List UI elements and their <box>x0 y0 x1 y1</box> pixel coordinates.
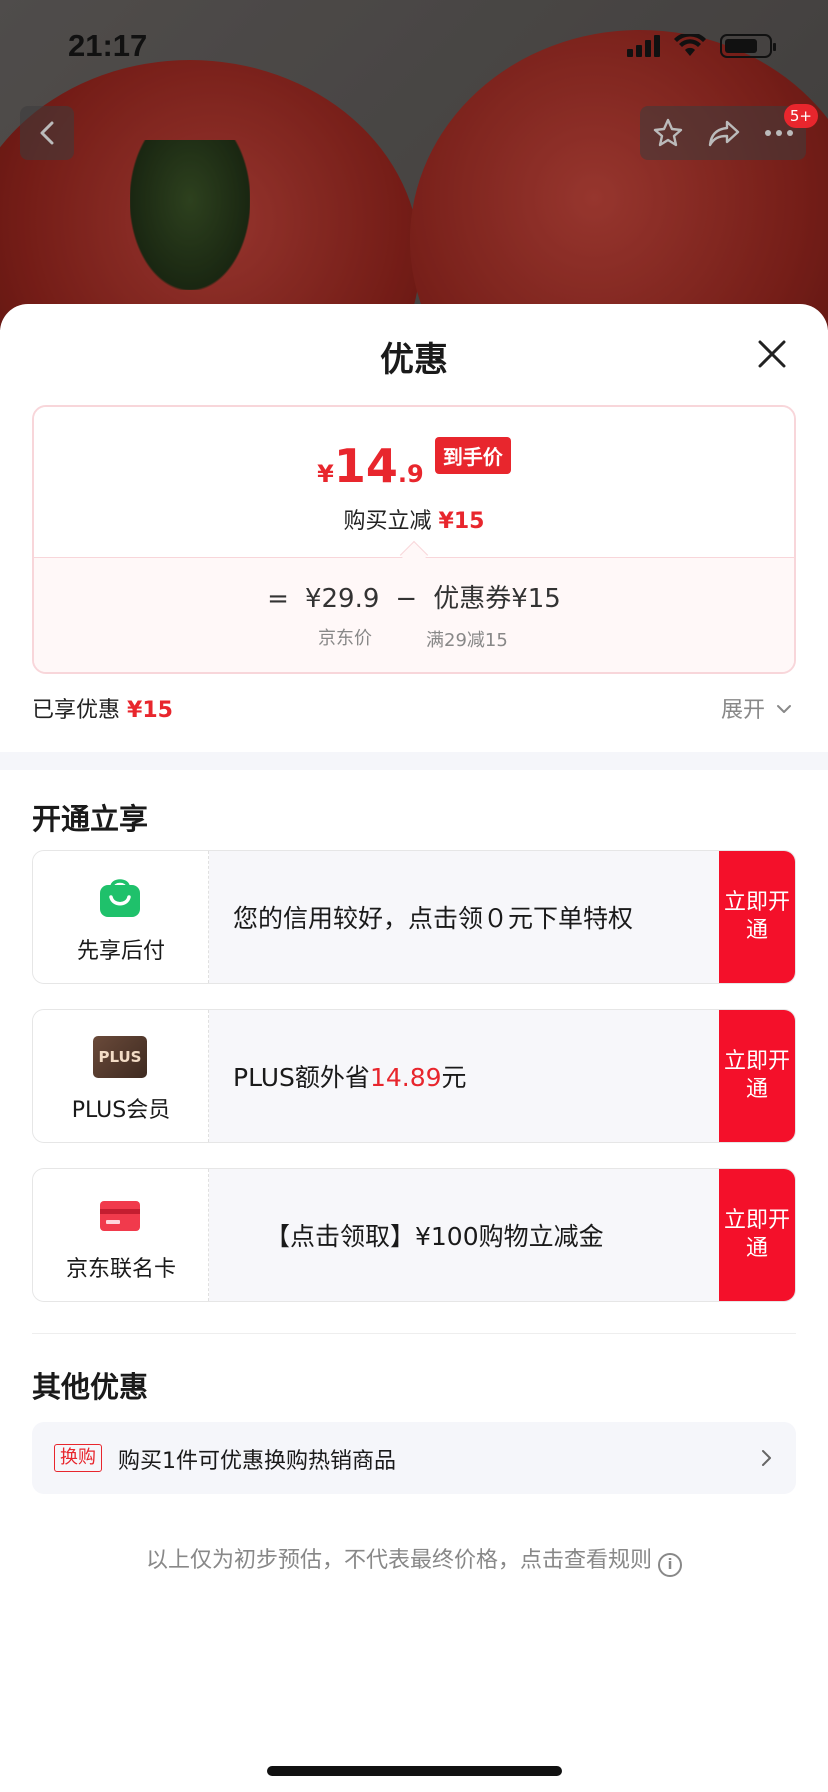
coupon-value: 优惠券¥15 <box>433 584 561 614</box>
other-section-title: 其他优惠 <box>32 1370 149 1404</box>
equals-sign: = <box>267 584 289 614</box>
offer-jd-card[interactable]: 京东联名卡 【点击领取】¥100购物立减金 立即开通 <box>32 1168 796 1302</box>
price-integer: 14 <box>333 439 398 493</box>
wifi-icon <box>674 34 706 56</box>
enjoyed-discount-label: 已享优惠 <box>32 698 121 723</box>
offer-pay-later-text: 您的信用较好，点击领０元下单特权 <box>233 904 634 933</box>
offer-plus-amount: 14.89 <box>369 1063 442 1092</box>
trade-up-tag: 换购 <box>54 1444 102 1472</box>
price-formula-section: = ¥29.9− 优惠券¥15 京东价 满29减15 <box>34 557 794 672</box>
offer-jd-card-brand: 京东联名卡 <box>33 1169 209 1301</box>
expand-button[interactable]: 展开 <box>721 692 792 724</box>
credit-card-icon <box>100 1201 140 1231</box>
status-time: 21:17 <box>68 28 148 63</box>
jd-price-label: 京东价 <box>318 628 372 649</box>
price-breakdown-card: ¥14.9 到手价 购买立减 ¥15 = ¥29.9− 优惠券¥15 京东价 满29… <box>32 405 796 674</box>
minus-sign: − <box>395 584 418 614</box>
chevron-right-icon <box>762 1450 771 1466</box>
offer-plus-brand: PLUS PLUS会员 <box>33 1010 209 1142</box>
home-indicator[interactable] <box>267 1766 562 1776</box>
enjoyed-discount-amount: ¥15 <box>127 698 173 723</box>
chevron-left-icon <box>40 121 54 145</box>
info-icon: i <box>658 1553 682 1577</box>
open-section-title: 开通立享 <box>32 802 149 836</box>
status-bar: 21:17 <box>0 0 828 90</box>
offer-pay-later[interactable]: 先享后付 您的信用较好，点击领０元下单特权 立即开通 <box>32 850 796 984</box>
offer-plus-text-prefix: PLUS额外省 <box>233 1063 370 1092</box>
final-price-section: ¥14.9 到手价 购买立减 ¥15 <box>34 407 794 557</box>
offer-pay-later-name: 先享后付 <box>76 939 165 964</box>
offer-jd-card-button[interactable]: 立即开通 <box>719 1169 795 1301</box>
jd-price-value: ¥29.9 <box>304 584 380 614</box>
instant-discount-text: 购买立减 ¥15 <box>34 503 794 535</box>
instant-discount-label: 购买立减 <box>343 509 432 534</box>
trade-up-text: 购买1件可优惠换购热销商品 <box>118 1449 396 1474</box>
rules-disclaimer[interactable]: 以上仅为初步预估，不代表最终价格，点击查看规则 i <box>0 1542 828 1577</box>
more-icon[interactable] <box>764 129 794 137</box>
trade-up-offer-row[interactable]: 换购 购买1件可优惠换购热销商品 <box>32 1422 796 1494</box>
offer-plus-text: PLUS额外省14.89元 <box>233 1058 467 1094</box>
enjoyed-discount: 已享优惠 ¥15 <box>32 692 173 724</box>
star-icon[interactable] <box>652 117 684 149</box>
offer-plus-name: PLUS会员 <box>71 1098 171 1123</box>
sheet-title: 优惠 <box>380 340 448 380</box>
instant-discount-amount: ¥15 <box>438 509 485 534</box>
coupon-rule-label: 满29减15 <box>426 630 508 651</box>
offer-jd-card-text: 【点击领取】¥100购物立减金 <box>265 1222 604 1251</box>
offer-jd-card-name: 京东联名卡 <box>65 1257 176 1282</box>
expand-label: 展开 <box>720 698 765 723</box>
back-button[interactable] <box>20 106 74 160</box>
final-price-tag: 到手价 <box>434 437 511 474</box>
offer-pay-later-button[interactable]: 立即开通 <box>719 851 795 983</box>
currency-symbol: ¥ <box>317 460 334 488</box>
offer-pay-later-brand: 先享后付 <box>33 851 209 983</box>
notification-badge: 5+ <box>783 104 818 128</box>
section-divider <box>0 752 828 770</box>
close-icon[interactable] <box>752 334 792 374</box>
price-decimal: .9 <box>397 460 424 488</box>
offer-plus-member[interactable]: PLUS PLUS会员 PLUS额外省14.89元 立即开通 <box>32 1009 796 1143</box>
offer-plus-button[interactable]: 立即开通 <box>719 1010 795 1142</box>
plus-logo-icon: PLUS <box>93 1036 147 1078</box>
discount-sheet: 优惠 ¥14.9 到手价 购买立减 ¥15 = ¥29.9− 优惠券¥15 京东价 … <box>0 304 828 1792</box>
disclaimer-text: 以上仅为初步预估，不代表最终价格，点击查看规则 <box>145 1548 652 1573</box>
chevron-down-icon <box>777 705 791 713</box>
final-price: ¥14.9 到手价 <box>34 437 794 493</box>
share-icon[interactable] <box>707 118 741 148</box>
price-formula: = ¥29.9− 优惠券¥15 <box>34 578 794 615</box>
cellular-signal-icon <box>627 35 660 57</box>
section-rule <box>32 1333 796 1334</box>
offer-plus-text-suffix: 元 <box>441 1063 467 1092</box>
shopping-bag-icon <box>100 879 140 917</box>
battery-icon <box>720 34 776 58</box>
nav-actions <box>640 106 806 160</box>
status-icons <box>627 34 776 58</box>
